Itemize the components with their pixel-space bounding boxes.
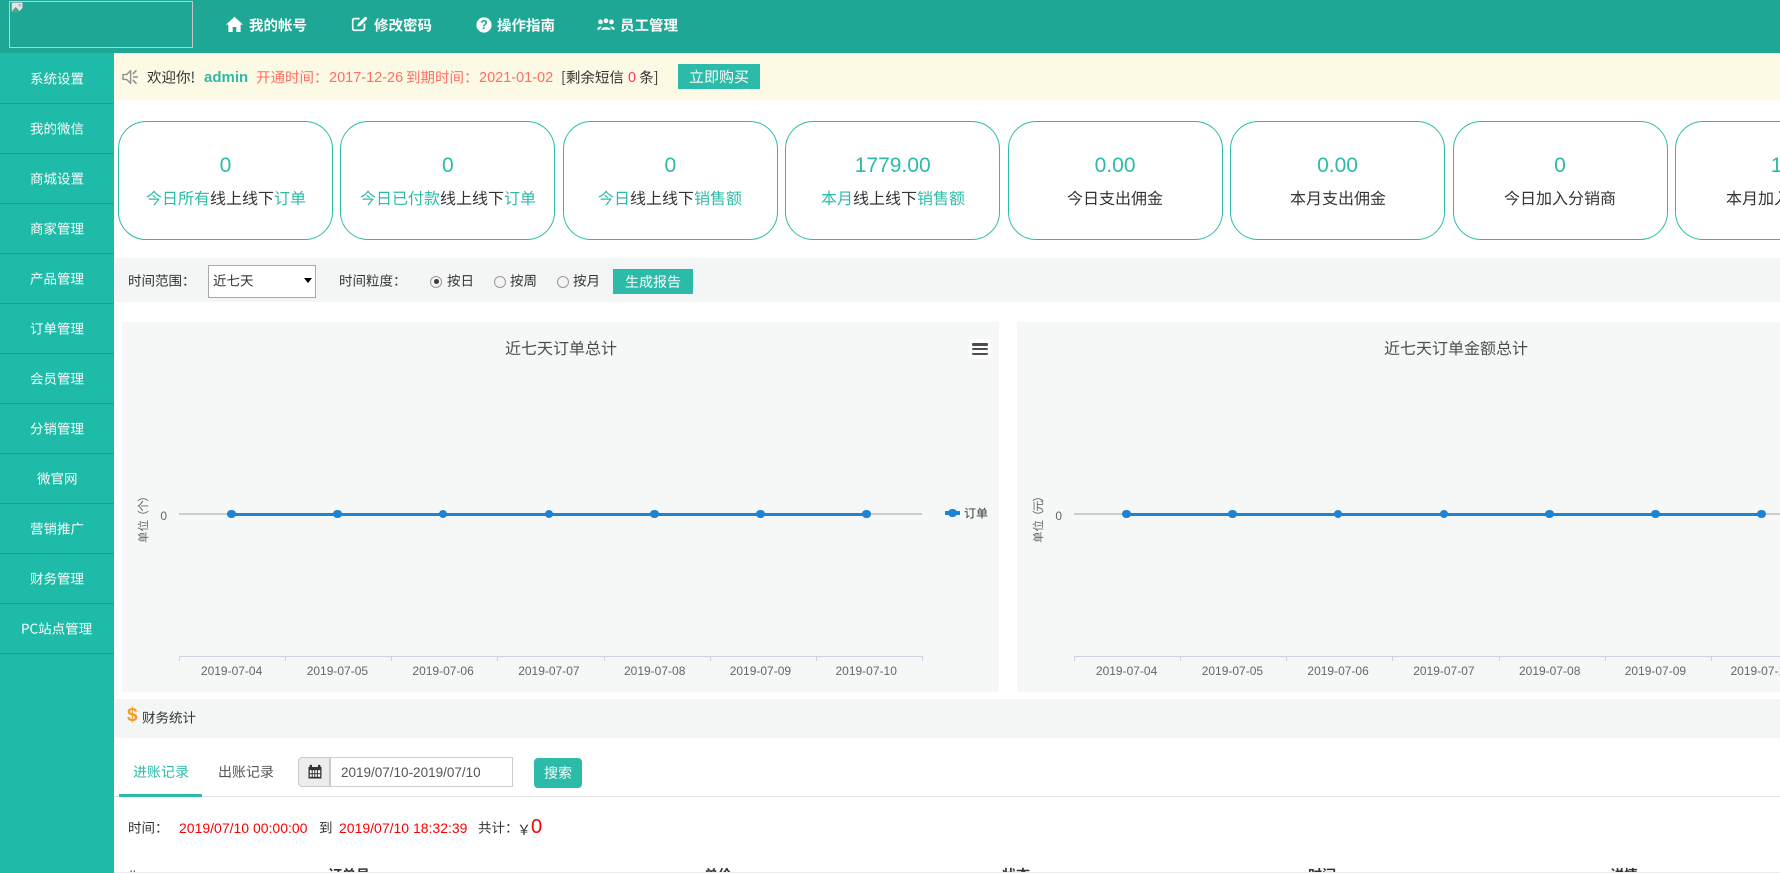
svg-text:?: ? bbox=[480, 17, 488, 31]
